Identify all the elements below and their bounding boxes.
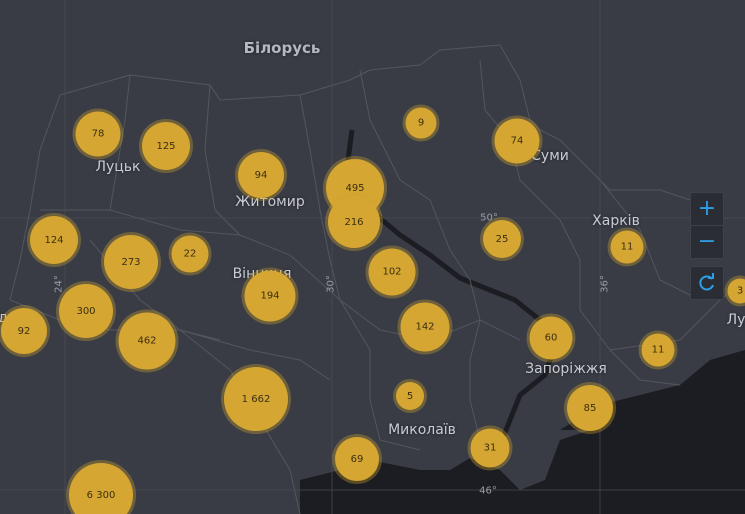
- cluster-marker[interactable]: 78: [72, 108, 124, 160]
- cluster-marker[interactable]: 124: [27, 213, 81, 267]
- refresh-icon: [699, 273, 714, 291]
- cluster-count: 1 662: [224, 367, 288, 431]
- cluster-count: 31: [470, 428, 510, 468]
- cluster-marker[interactable]: 92: [0, 305, 50, 357]
- cluster-count: 5: [396, 382, 424, 410]
- cluster-count: 300: [59, 284, 113, 338]
- cluster-marker[interactable]: 300: [56, 281, 116, 341]
- cluster-count: 102: [368, 248, 416, 296]
- cluster-count: 125: [142, 122, 190, 170]
- cluster-marker[interactable]: 94: [235, 149, 287, 201]
- cluster-marker[interactable]: 142: [397, 299, 453, 355]
- cluster-marker[interactable]: 74: [491, 115, 543, 167]
- cluster-marker[interactable]: 273: [101, 232, 161, 292]
- city-label-lutsk: Луцьк: [95, 159, 141, 175]
- city-label-zaporizhzhia: Запоріжжя: [525, 361, 607, 377]
- cluster-count: 69: [335, 437, 379, 481]
- cluster-count: 216: [328, 196, 380, 248]
- cluster-marker[interactable]: 194: [241, 267, 299, 325]
- zoom-in-button[interactable]: +: [691, 193, 723, 225]
- cluster-count: 74: [494, 118, 540, 164]
- cluster-count: 78: [75, 111, 121, 157]
- cluster-count: 11: [641, 333, 675, 367]
- map-canvas[interactable]: Білорусь Луцьк Житомир Вінниця Суми Харк…: [0, 0, 745, 514]
- cluster-count: 124: [30, 216, 78, 264]
- cluster-marker[interactable]: 5: [393, 379, 427, 413]
- cluster-marker[interactable]: 11: [607, 227, 647, 267]
- refresh-button[interactable]: [691, 267, 723, 299]
- cluster-count: 462: [118, 312, 176, 370]
- cluster-count: 92: [1, 308, 47, 354]
- cluster-marker[interactable]: 69: [332, 434, 382, 484]
- cluster-marker[interactable]: 125: [139, 119, 193, 173]
- cluster-count: 11: [610, 230, 644, 264]
- grid-label-lat-46: 46°: [479, 485, 497, 497]
- city-label-kharkiv: Харків: [592, 213, 640, 229]
- cluster-marker[interactable]: 462: [115, 309, 179, 373]
- cluster-marker[interactable]: 60: [526, 313, 576, 363]
- city-label-mykolaiv: Миколаїв: [388, 422, 456, 438]
- grid-label-lon-36: 36°: [599, 275, 611, 293]
- cluster-marker[interactable]: 11: [638, 330, 678, 370]
- cluster-marker[interactable]: 22: [168, 232, 212, 276]
- cluster-marker[interactable]: 216: [325, 193, 383, 251]
- cluster-count: 194: [244, 270, 296, 322]
- zoom-controls: + −: [690, 192, 724, 259]
- refresh-control: [690, 266, 724, 300]
- cluster-count: 22: [171, 235, 209, 273]
- cluster-marker[interactable]: 25: [480, 217, 524, 261]
- zoom-out-button[interactable]: −: [691, 226, 723, 258]
- cluster-count: 94: [238, 152, 284, 198]
- cluster-marker[interactable]: 85: [564, 382, 616, 434]
- cluster-count: 6 300: [69, 463, 133, 514]
- cluster-marker[interactable]: 31: [467, 425, 513, 471]
- cluster-count: 273: [104, 235, 158, 289]
- cluster-marker[interactable]: 9: [402, 104, 440, 142]
- cluster-count: 25: [483, 220, 521, 258]
- country-label-belarus: Білорусь: [243, 39, 321, 57]
- cluster-count: 60: [529, 316, 573, 360]
- cluster-count: 3: [727, 278, 745, 304]
- city-label-luhansk: Лу: [726, 312, 745, 328]
- cluster-marker[interactable]: 1 662: [221, 364, 291, 434]
- cluster-count: 142: [400, 302, 450, 352]
- grid-label-lon-30: 30°: [325, 275, 337, 293]
- cluster-marker[interactable]: 102: [365, 245, 419, 299]
- cluster-count: 85: [567, 385, 613, 431]
- cluster-count: 9: [405, 107, 437, 139]
